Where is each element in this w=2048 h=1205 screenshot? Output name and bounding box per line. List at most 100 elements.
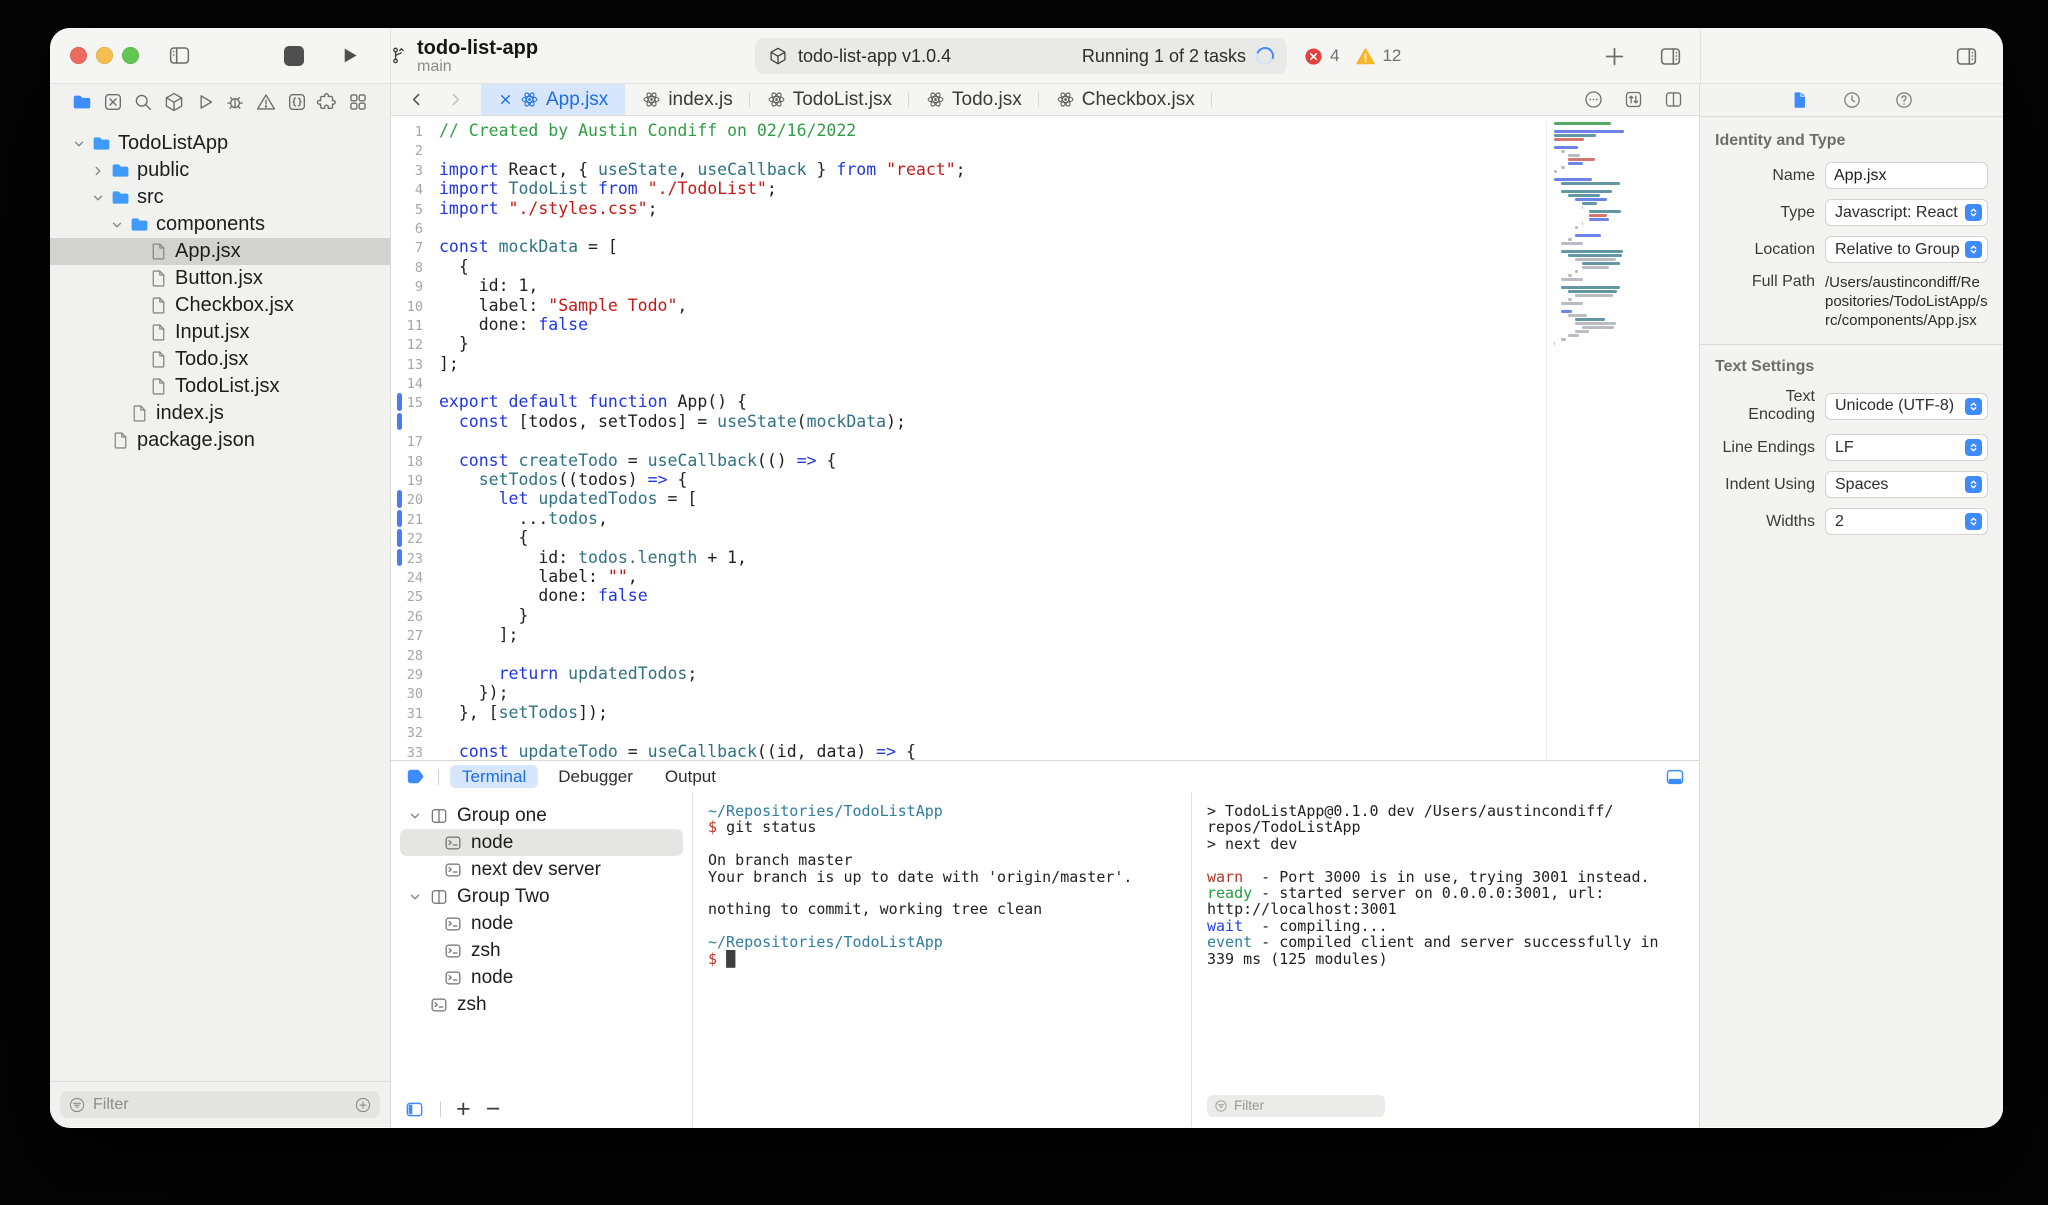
lineendings-select[interactable]: LF — [1825, 434, 1988, 461]
terminal-filter-input[interactable]: Filter — [1207, 1095, 1385, 1117]
bug-icon[interactable] — [224, 91, 246, 113]
code-text: const createTodo = useCallback(() => { — [458, 450, 837, 470]
tab-todolist-jsx[interactable]: TodoList.jsx — [750, 84, 910, 115]
run-task-button[interactable] — [338, 44, 361, 67]
tree-item-components[interactable]: components — [50, 211, 390, 238]
minimap[interactable] — [1546, 122, 1642, 760]
play-icon[interactable] — [194, 91, 216, 113]
warning-icon — [1355, 46, 1376, 67]
tree-item-label: TodoListApp — [118, 132, 229, 154]
tree-item-todo-jsx[interactable]: Todo.jsx — [50, 346, 390, 373]
toggle-left-sidebar-button[interactable] — [167, 43, 192, 68]
toggle-right-sidebar-button[interactable] — [1658, 44, 1683, 69]
history-inspector-icon[interactable] — [1842, 90, 1862, 110]
terminal-line: $ git status — [708, 818, 817, 837]
terminal-session-node[interactable]: node — [400, 829, 683, 856]
tree-item-package-json[interactable]: package.json — [50, 427, 390, 454]
change-bar — [397, 548, 402, 566]
navigate-back-button[interactable] — [408, 91, 425, 108]
source-control-icon[interactable] — [102, 91, 124, 113]
terminal-session-group-two[interactable]: Group Two — [400, 883, 683, 910]
tree-item-label: public — [137, 159, 190, 181]
tree-item-checkbox-jsx[interactable]: Checkbox.jsx — [50, 292, 390, 319]
terminal-tab-debugger[interactable]: Debugger — [546, 765, 645, 788]
code-editor[interactable]: 1// Created by Austin Condiff on 02/16/2… — [391, 116, 1699, 760]
terminal-session-zsh[interactable]: zsh — [400, 937, 683, 964]
location-select[interactable]: Relative to Group — [1825, 236, 1988, 263]
tab-app-jsx[interactable]: App.jsx — [481, 84, 626, 115]
navigate-forward-button[interactable] — [447, 91, 464, 108]
error-badge[interactable]: 4 — [1303, 46, 1339, 67]
terminal-pane-dev[interactable]: > TodoListApp@0.1.0 dev /Users/austincon… — [1192, 792, 1699, 1127]
remove-terminal-button[interactable]: − — [486, 1097, 501, 1122]
indent-select[interactable]: Spaces — [1825, 471, 1988, 498]
terminal-session-node[interactable]: node — [400, 910, 683, 937]
terminal-tab-output[interactable]: Output — [653, 765, 728, 788]
toggle-session-list-button[interactable] — [404, 1099, 425, 1120]
add-terminal-button[interactable]: + — [456, 1097, 471, 1122]
warning-icon[interactable] — [255, 91, 277, 113]
tab-checkbox-jsx[interactable]: Checkbox.jsx — [1039, 84, 1212, 115]
code-line: 23 id: todos.length + 1, — [391, 548, 1699, 567]
minimize-window-button[interactable] — [96, 47, 113, 64]
help-inspector-icon[interactable] — [1894, 90, 1914, 110]
close-tab-icon[interactable] — [498, 92, 513, 107]
filter-placeholder: Filter — [1234, 1097, 1264, 1113]
tab-label: App.jsx — [546, 88, 609, 110]
terminal-line: $ █ — [708, 949, 736, 968]
terminal-pane-git[interactable]: ~/Repositories/TodoListApp $ git status O… — [693, 792, 1192, 1127]
add-filter-icon[interactable] — [354, 1096, 372, 1114]
navigator-filter-input[interactable]: Filter — [60, 1091, 380, 1118]
tree-item-index-js[interactable]: index.js — [50, 400, 390, 427]
desktop-background: todo-list-app main todo-list-app v1.0.4 … — [0, 0, 2048, 1205]
tree-item-button-jsx[interactable]: Button.jsx — [50, 265, 390, 292]
encoding-select[interactable]: Unicode (UTF-8) — [1825, 392, 1988, 420]
terminal-session-zsh[interactable]: zsh — [400, 991, 683, 1018]
tree-item-todolist-jsx[interactable]: TodoList.jsx — [50, 373, 390, 400]
terminal-tab-terminal[interactable]: Terminal — [450, 765, 539, 788]
tab-index-js[interactable]: index.js — [625, 84, 751, 115]
tree-item-input-jsx[interactable]: Input.jsx — [50, 319, 390, 346]
terminal-list-toolbar: + − — [391, 1091, 692, 1127]
split-editor-icon[interactable] — [1663, 89, 1684, 110]
file-inspector-icon[interactable] — [1790, 90, 1810, 110]
name-field[interactable] — [1825, 162, 1988, 189]
stop-task-button[interactable] — [284, 45, 304, 66]
extension-icon[interactable] — [316, 91, 338, 113]
toggle-inspector-button[interactable] — [1954, 44, 1979, 69]
swap-editor-icon[interactable] — [1623, 89, 1644, 110]
folder-icon[interactable] — [71, 91, 93, 113]
react-icon — [926, 90, 945, 109]
search-icon[interactable] — [132, 91, 154, 113]
braces-icon[interactable] — [286, 91, 308, 113]
code-line: 3 import React, { useState, useCallback }… — [391, 160, 1699, 179]
tab-todo-jsx[interactable]: Todo.jsx — [909, 84, 1039, 115]
tree-item-todolistapp[interactable]: TodoListApp — [50, 130, 390, 157]
code-lines: 1// Created by Austin Condiff on 02/16/2… — [391, 116, 1699, 760]
panel-tag-icon[interactable] — [404, 765, 427, 788]
apps-icon[interactable] — [347, 91, 369, 113]
filter-icon — [1214, 1099, 1228, 1113]
minimap-line — [1554, 342, 1642, 346]
widths-select[interactable]: 2 — [1825, 508, 1988, 535]
activity-viewer[interactable]: todo-list-app v1.0.4 Running 1 of 2 task… — [755, 38, 1287, 74]
terminal-session-group-one[interactable]: Group one — [400, 802, 683, 829]
zoom-window-button[interactable] — [122, 47, 139, 64]
tree-item-public[interactable]: public — [50, 157, 390, 184]
error-count: 4 — [1330, 46, 1340, 65]
terminal-session-node[interactable]: node — [400, 964, 683, 991]
more-options-icon[interactable] — [1583, 89, 1604, 110]
hide-bottom-panel-button[interactable] — [1664, 766, 1686, 788]
warning-badge[interactable]: 12 — [1355, 46, 1401, 67]
tree-item-label: Button.jsx — [175, 267, 263, 289]
close-window-button[interactable] — [70, 47, 87, 64]
terminal-session-next-dev-server[interactable]: next dev server — [400, 856, 683, 883]
tree-item-src[interactable]: src — [50, 184, 390, 211]
add-editor-button[interactable] — [1602, 44, 1627, 69]
folder-icon — [89, 133, 114, 154]
type-select[interactable]: Javascript: React — [1825, 199, 1988, 226]
textsettings-section-header: Text Settings — [1715, 358, 1815, 375]
package-icon[interactable] — [163, 91, 185, 113]
tree-item-app-jsx[interactable]: App.jsx — [50, 238, 390, 265]
